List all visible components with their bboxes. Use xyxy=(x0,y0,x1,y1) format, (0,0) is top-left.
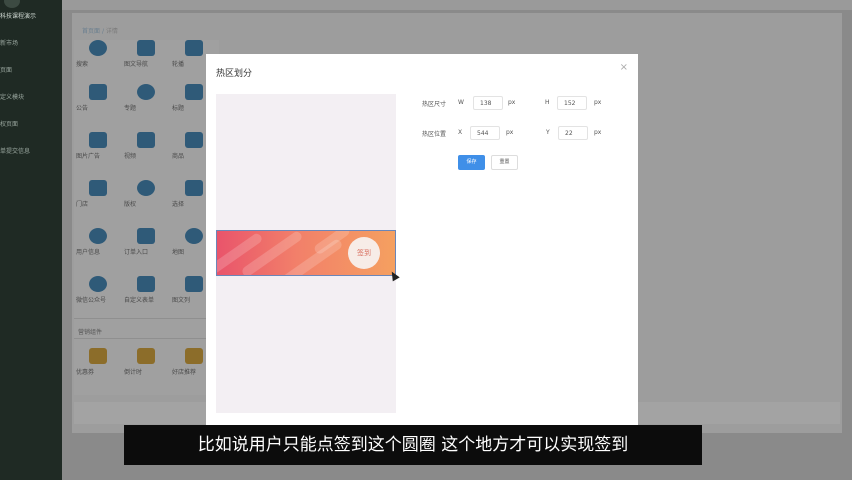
hotspot-modal: 热区划分 × 签到 热区尺寸 W 138 px H 152 px 热区位置 X … xyxy=(206,54,638,434)
speaker-icon xyxy=(89,84,107,100)
component-topic[interactable]: 专题 xyxy=(124,84,168,112)
nav-icon xyxy=(137,40,155,56)
component-coupon[interactable]: 优惠券 xyxy=(76,348,120,376)
y-label: Y xyxy=(546,129,550,136)
size-label: 热区尺寸 xyxy=(422,101,447,108)
sign-in-circle[interactable]: 签到 xyxy=(348,237,380,269)
breadcrumb: 首页面 / 详情 xyxy=(82,26,118,35)
coupon-icon xyxy=(89,348,107,364)
logo-icon xyxy=(4,0,20,8)
x-label: X xyxy=(458,129,463,136)
video-subtitle: 比如说用户只能点签到这个圆圈 这个地方才可以实现签到 xyxy=(124,425,702,465)
hotspot-size-row: 热区尺寸 W 138 px H 152 px xyxy=(422,96,622,112)
component-custom-form[interactable]: 自定义表单 xyxy=(124,276,168,304)
clipboard-icon xyxy=(137,228,155,244)
divider xyxy=(74,318,219,319)
map-pin-icon xyxy=(185,228,203,244)
mouse-cursor-icon xyxy=(388,269,400,282)
shop-icon xyxy=(185,348,203,364)
w-unit: px xyxy=(508,99,516,106)
component-nav[interactable]: 图文导航 xyxy=(124,40,168,68)
component-order-entry[interactable]: 订单入口 xyxy=(124,228,168,256)
h-label: H xyxy=(545,99,550,106)
close-icon[interactable]: × xyxy=(620,62,628,73)
component-notice[interactable]: 公告 xyxy=(76,84,120,112)
image-list-icon xyxy=(185,276,203,292)
image-icon xyxy=(89,132,107,148)
sidebar-item-page[interactable]: 页面 xyxy=(0,65,62,74)
component-countdown[interactable]: 倒计时 xyxy=(124,348,168,376)
breadcrumb-separator: / xyxy=(101,28,104,35)
component-wechat[interactable]: 微信公众号 xyxy=(76,276,120,304)
preview-canvas[interactable]: 签到 xyxy=(216,94,400,413)
video-icon xyxy=(137,132,155,148)
carousel-icon xyxy=(185,40,203,56)
width-input[interactable]: 138 xyxy=(473,96,503,110)
component-search[interactable]: 搜索 xyxy=(76,40,120,68)
w-label: W xyxy=(458,99,464,106)
y-unit: px xyxy=(594,129,602,136)
top-bar xyxy=(62,0,852,10)
sidebar-item-market[interactable]: 新市场 xyxy=(0,38,62,47)
position-label: 热区位置 xyxy=(422,131,447,138)
hourglass-icon xyxy=(137,348,155,364)
user-icon xyxy=(89,228,107,244)
sidebar: 科技课程演示 新市场 页面 定义模块 权页面 单提交信息 xyxy=(0,0,62,480)
component-image-ad[interactable]: 图片广告 xyxy=(76,132,120,160)
component-panel: 搜索 图文导航 轮播 公告 专题 标题 图片广告 视频 商品 门店 版权 选择 … xyxy=(74,40,219,395)
x-unit: px xyxy=(506,129,514,136)
cart-icon xyxy=(185,132,203,148)
check-icon xyxy=(185,180,203,196)
breadcrumb-home[interactable]: 首页面 xyxy=(82,28,100,35)
divider xyxy=(74,338,219,339)
hotspot-position-row: 热区位置 X 544 px Y 22 px xyxy=(422,126,622,142)
reset-button[interactable]: 重置 xyxy=(491,155,518,170)
save-button[interactable]: 保存 xyxy=(458,155,485,170)
topic-icon xyxy=(137,84,155,100)
heading-icon xyxy=(185,84,203,100)
y-input[interactable]: 22 xyxy=(558,126,588,140)
modal-title: 热区划分 xyxy=(216,69,253,79)
sidebar-item-form-submissions[interactable]: 单提交信息 xyxy=(0,146,62,155)
copyright-icon xyxy=(137,180,155,196)
store-icon xyxy=(89,180,107,196)
x-input[interactable]: 544 xyxy=(470,126,500,140)
section-title-marketing: 营销组件 xyxy=(78,329,103,336)
search-icon xyxy=(89,40,107,56)
breadcrumb-current: 详情 xyxy=(105,28,118,35)
sidebar-item-custom-module[interactable]: 定义模块 xyxy=(0,92,62,101)
form-icon xyxy=(137,276,155,292)
h-unit: px xyxy=(594,99,602,106)
component-store[interactable]: 门店 xyxy=(76,180,120,208)
sidebar-item-title[interactable]: 科技课程演示 xyxy=(0,11,62,20)
component-video[interactable]: 视频 xyxy=(124,132,168,160)
height-input[interactable]: 152 xyxy=(557,96,587,110)
sign-in-banner[interactable]: 签到 xyxy=(216,230,396,276)
component-user-info[interactable]: 用户信息 xyxy=(76,228,120,256)
sidebar-item-permission-page[interactable]: 权页面 xyxy=(0,119,62,128)
component-copyright[interactable]: 版权 xyxy=(124,180,168,208)
wechat-icon xyxy=(89,276,107,292)
